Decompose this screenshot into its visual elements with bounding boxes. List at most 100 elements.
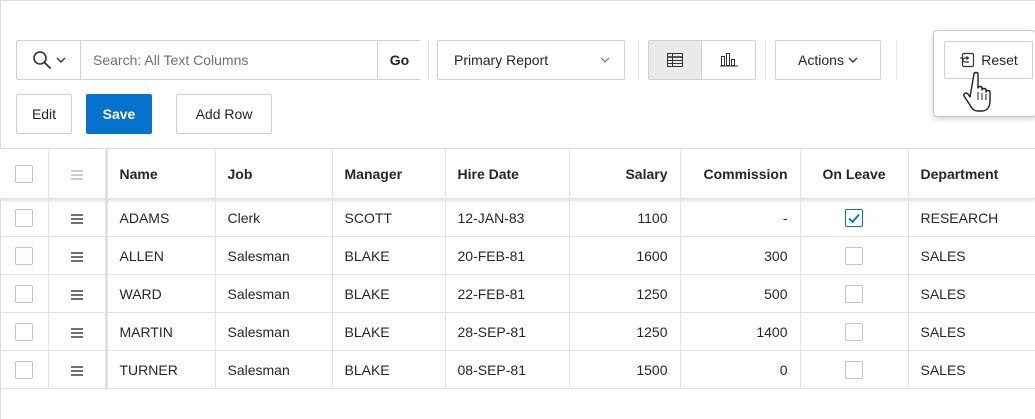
row-actions-menu-icon[interactable] [70,365,84,377]
actions-menu-button[interactable]: Actions [775,40,881,80]
cell-salary[interactable]: 1500 [569,350,681,389]
cell-hire-date[interactable]: 22-FEB-81 [445,274,570,313]
edit-button[interactable]: Edit [16,94,72,134]
on-leave-checkbox[interactable] [845,208,863,227]
table-row[interactable]: MARTIN Salesman BLAKE 28-SEP-81 1250 140… [0,312,1035,351]
row-actions-menu-icon[interactable] [70,251,84,263]
cell-on-leave[interactable] [800,312,909,351]
cell-department[interactable]: RESEARCH [908,198,1035,237]
cell-name[interactable]: MARTIN [106,312,216,351]
report-select[interactable]: Primary Report [437,40,625,80]
column-header-manager[interactable]: Manager [332,148,446,199]
cell-department[interactable]: SALES [908,312,1035,351]
cell-commission[interactable]: - [680,198,801,237]
add-row-button[interactable]: Add Row [176,94,272,134]
cell-hire-date[interactable]: 12-JAN-83 [445,198,570,237]
cell-job[interactable]: Salesman [215,236,333,275]
cell-commission[interactable]: 500 [680,274,801,313]
cell-commission[interactable]: 0 [680,350,801,389]
row-select-checkbox[interactable] [14,322,33,341]
reset-label: Reset [981,52,1018,68]
cell-job[interactable]: Salesman [215,350,333,389]
search-icon [32,51,51,69]
cell-name[interactable]: WARD [106,274,216,313]
search-column-menu[interactable] [17,41,81,79]
chevron-down-icon [848,57,858,63]
row-select-cell[interactable] [0,350,49,389]
cell-salary[interactable]: 1250 [569,312,681,351]
cell-salary[interactable]: 1250 [569,274,681,313]
column-header-on-leave[interactable]: On Leave [800,148,909,199]
cell-job[interactable]: Salesman [215,312,333,351]
cell-on-leave[interactable] [800,274,909,313]
column-header-job[interactable]: Job [215,148,333,199]
cell-name[interactable]: ADAMS [106,198,216,237]
row-select-cell[interactable] [0,236,49,275]
cell-manager[interactable]: BLAKE [332,274,446,313]
chart-view-button[interactable] [702,41,755,79]
row-select-cell[interactable] [0,274,49,313]
cell-manager[interactable]: BLAKE [332,350,446,389]
row-actions-cell[interactable] [48,198,108,237]
column-header-name[interactable]: Name [106,148,216,199]
row-actions-menu-icon[interactable] [70,289,84,301]
save-button[interactable]: Save [86,94,152,134]
cell-commission[interactable]: 300 [680,236,801,275]
column-header-salary[interactable]: Salary [569,148,681,199]
actions-label: Actions [798,52,844,68]
row-select-cell[interactable] [0,312,49,351]
select-all-cell[interactable] [0,148,49,199]
cell-job[interactable]: Salesman [215,274,333,313]
on-leave-checkbox[interactable] [845,322,863,341]
row-actions-cell[interactable] [48,274,108,313]
cell-salary[interactable]: 1600 [569,236,681,275]
cell-manager[interactable]: BLAKE [332,236,446,275]
table-row[interactable]: ALLEN Salesman BLAKE 20-FEB-81 1600 300 … [0,236,1035,275]
row-select-checkbox[interactable] [14,360,33,379]
row-select-checkbox[interactable] [14,246,33,265]
row-select-checkbox[interactable] [14,208,33,227]
on-leave-checkbox[interactable] [845,360,863,379]
cell-hire-date[interactable]: 20-FEB-81 [445,236,570,275]
cell-department[interactable]: SALES [908,350,1035,389]
data-grid: Name Job Manager Hire Date Salary Commis… [0,148,1035,389]
cell-commission[interactable]: 1400 [680,312,801,351]
search-bar: Go [16,40,421,80]
column-header-commission[interactable]: Commission [680,148,801,199]
table-row[interactable]: TURNER Salesman BLAKE 08-SEP-81 1500 0 S… [0,350,1035,389]
cell-salary[interactable]: 1100 [569,198,681,237]
cell-manager[interactable]: SCOTT [332,198,446,237]
cell-on-leave[interactable] [800,236,909,275]
on-leave-checkbox[interactable] [845,246,863,265]
row-select-cell[interactable] [0,198,49,237]
row-actions-header [48,148,108,199]
cell-name[interactable]: ALLEN [106,236,216,275]
row-select-checkbox[interactable] [14,284,33,303]
table-row[interactable]: WARD Salesman BLAKE 22-FEB-81 1250 500 S… [0,274,1035,313]
on-leave-checkbox[interactable] [845,284,863,303]
cell-department[interactable]: SALES [908,236,1035,275]
row-actions-cell[interactable] [48,312,108,351]
column-header-hire-date[interactable]: Hire Date [445,148,570,199]
cell-on-leave[interactable] [800,350,909,389]
grid-view-button[interactable] [649,41,702,79]
table-row[interactable]: ADAMS Clerk SCOTT 12-JAN-83 1100 - RESEA… [0,198,1035,237]
cell-manager[interactable]: BLAKE [332,312,446,351]
cell-department[interactable]: SALES [908,274,1035,313]
select-all-checkbox[interactable] [14,164,33,183]
cell-hire-date[interactable]: 28-SEP-81 [445,312,570,351]
view-toggle [648,40,756,80]
go-button[interactable]: Go [377,41,421,79]
row-actions-cell[interactable] [48,236,108,275]
cell-job[interactable]: Clerk [215,198,333,237]
row-actions-menu-icon[interactable] [70,327,84,339]
column-header-department[interactable]: Department [908,148,1035,199]
cell-on-leave[interactable] [800,198,909,237]
search-input[interactable] [81,41,377,79]
toolbar-divider [896,40,897,80]
cell-hire-date[interactable]: 08-SEP-81 [445,350,570,389]
grid-header-row: Name Job Manager Hire Date Salary Commis… [0,148,1035,199]
cell-name[interactable]: TURNER [106,350,216,389]
row-actions-cell[interactable] [48,350,108,389]
row-actions-menu-icon[interactable] [70,213,84,225]
